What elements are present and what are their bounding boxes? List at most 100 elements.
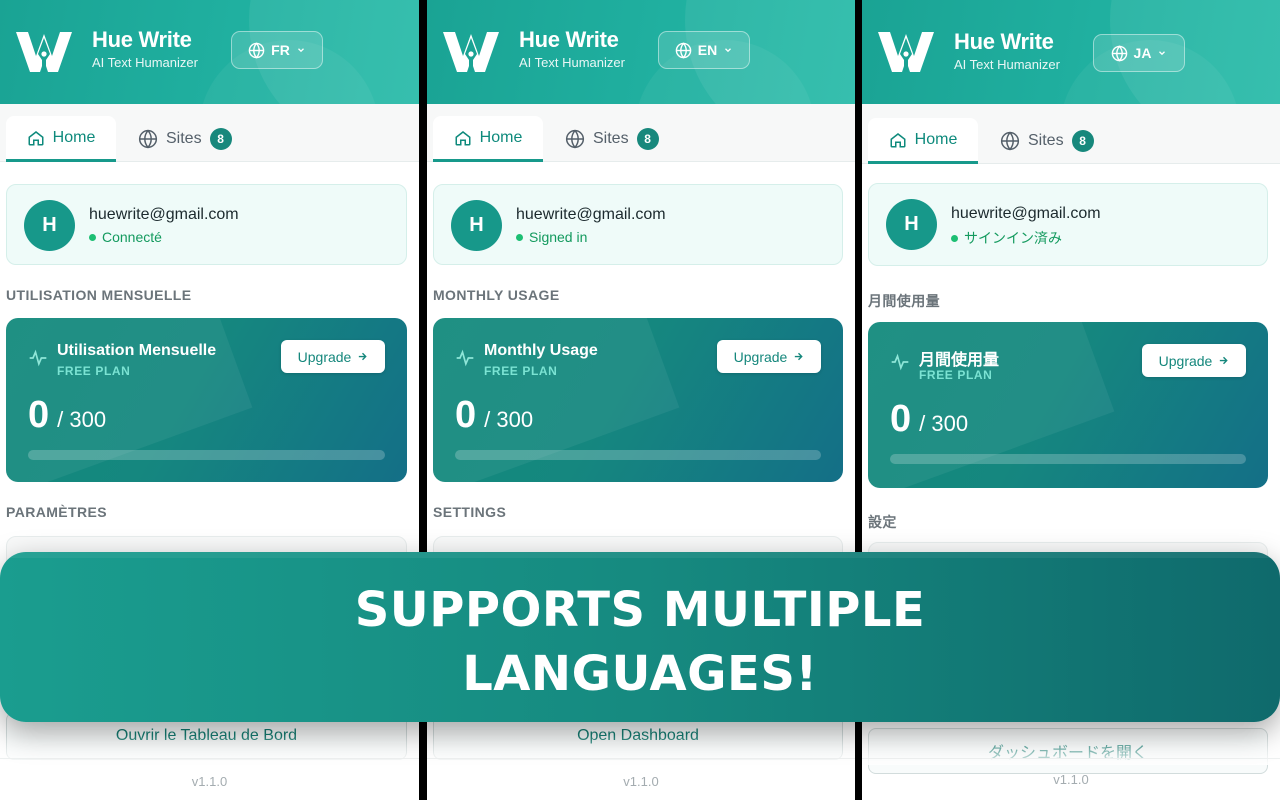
brand: Hue Write AI Text Humanizer bbox=[92, 28, 198, 71]
globe-icon bbox=[248, 41, 265, 59]
tab-sites[interactable]: Sites 8 bbox=[1000, 118, 1094, 164]
activity-icon bbox=[456, 349, 474, 367]
avatar: H bbox=[886, 199, 937, 250]
language-code: JA bbox=[1133, 45, 1152, 61]
account-card: H huewrite@gmail.com Signed in bbox=[433, 184, 843, 265]
arrow-right-icon bbox=[795, 352, 804, 361]
usage-count: 0 / 300 bbox=[455, 394, 533, 437]
language-selector[interactable]: EN bbox=[658, 31, 750, 69]
chevron-down-icon bbox=[725, 48, 732, 53]
arrow-right-icon bbox=[359, 352, 368, 361]
status-dot bbox=[951, 234, 958, 242]
account-status-text: Signed in bbox=[529, 229, 588, 245]
account-status: サインイン済み bbox=[951, 228, 1062, 248]
globe-icon bbox=[565, 129, 585, 149]
usage-count: 0 / 300 bbox=[890, 398, 968, 441]
sites-count-badge: 8 bbox=[1071, 130, 1094, 152]
brand: Hue Write AI Text Humanizer bbox=[954, 29, 1060, 73]
usage-progress-bar bbox=[890, 454, 1246, 464]
hue-write-logo-icon bbox=[878, 32, 934, 72]
tab-home[interactable]: Home bbox=[433, 116, 543, 162]
usage-card: 月間使用量 FREE PLAN Upgrade 0 / 300 bbox=[868, 322, 1268, 488]
avatar: H bbox=[24, 200, 75, 251]
chevron-down-icon bbox=[297, 48, 304, 53]
usage-progress-bar bbox=[28, 450, 385, 460]
sites-count-badge: 8 bbox=[209, 128, 232, 150]
tab-home[interactable]: Home bbox=[868, 118, 978, 164]
arrow-right-icon bbox=[1220, 356, 1229, 365]
language-code: EN bbox=[697, 42, 718, 58]
header: Hue Write AI Text Humanizer EN bbox=[427, 0, 855, 104]
hue-write-logo-icon bbox=[16, 32, 72, 72]
usage-progress-bar bbox=[455, 450, 821, 460]
account-card: H huewrite@gmail.com Connecté bbox=[6, 184, 407, 265]
globe-icon bbox=[1000, 131, 1020, 151]
tab-home[interactable]: Home bbox=[6, 116, 116, 162]
tab-bar: Home Sites 8 bbox=[427, 104, 855, 162]
usage-card: Utilisation Mensuelle FREE PLAN Upgrade … bbox=[6, 318, 407, 482]
account-status-text: サインイン済み bbox=[964, 230, 1062, 246]
tab-sites[interactable]: Sites 8 bbox=[565, 116, 659, 162]
status-dot bbox=[516, 233, 523, 241]
language-code: FR bbox=[271, 42, 290, 58]
language-selector[interactable]: FR bbox=[231, 31, 323, 69]
promo-banner: SUPPORTS MULTIPLE LANGUAGES! bbox=[0, 552, 1280, 722]
usage-limit: / 300 bbox=[484, 407, 534, 432]
account-email: huewrite@gmail.com bbox=[89, 206, 239, 223]
upgrade-button[interactable]: Upgrade bbox=[281, 340, 385, 373]
globe-icon bbox=[1111, 44, 1127, 62]
tab-home-label: Home bbox=[914, 130, 958, 148]
usage-section-label: UTILISATION MENSUELLE bbox=[6, 287, 192, 303]
plan-label: FREE PLAN bbox=[919, 368, 993, 382]
usage-limit: / 300 bbox=[919, 411, 969, 436]
account-email: huewrite@gmail.com bbox=[516, 206, 666, 223]
upgrade-button[interactable]: Upgrade bbox=[717, 340, 821, 373]
tab-bar: Home Sites 8 bbox=[0, 104, 419, 162]
app-tagline: AI Text Humanizer bbox=[519, 55, 625, 70]
tab-sites-label: Sites bbox=[1028, 132, 1064, 149]
app-tagline: AI Text Humanizer bbox=[954, 57, 1060, 72]
account-status-text: Connecté bbox=[102, 229, 162, 245]
usage-title: Monthly Usage bbox=[484, 342, 598, 359]
app-tagline: AI Text Humanizer bbox=[92, 55, 198, 70]
tab-sites[interactable]: Sites 8 bbox=[138, 116, 232, 162]
globe-icon bbox=[675, 41, 692, 59]
upgrade-button[interactable]: Upgrade bbox=[1142, 344, 1246, 377]
banner-text: SUPPORTS MULTIPLE LANGUAGES! bbox=[354, 582, 926, 702]
settings-section-label: 設定 bbox=[868, 514, 897, 530]
header: Hue Write AI Text Humanizer JA bbox=[862, 0, 1280, 104]
plan-label: FREE PLAN bbox=[484, 364, 558, 378]
tab-home-label: Home bbox=[479, 128, 523, 146]
plan-label: FREE PLAN bbox=[57, 364, 131, 378]
usage-section-label: MONTHLY USAGE bbox=[433, 287, 560, 303]
chevron-down-icon bbox=[1159, 51, 1166, 56]
usage-limit: / 300 bbox=[57, 407, 107, 432]
status-dot bbox=[89, 233, 96, 241]
tab-sites-label: Sites bbox=[166, 130, 202, 147]
hue-write-logo-icon bbox=[443, 32, 499, 72]
home-icon bbox=[455, 130, 471, 145]
avatar: H bbox=[451, 200, 502, 251]
upgrade-label: Upgrade bbox=[1158, 352, 1213, 369]
usage-title: 月間使用量 bbox=[919, 352, 1000, 369]
settings-section-label: SETTINGS bbox=[433, 504, 507, 520]
activity-icon bbox=[29, 349, 47, 367]
home-icon bbox=[890, 132, 906, 147]
upgrade-label: Upgrade bbox=[733, 348, 788, 365]
app-name: Hue Write bbox=[954, 29, 1054, 54]
version-label: v1.1.0 bbox=[1053, 772, 1089, 787]
tab-sites-label: Sites bbox=[593, 130, 629, 147]
version-label: v1.1.0 bbox=[623, 774, 659, 789]
sites-count-badge: 8 bbox=[636, 128, 659, 150]
activity-icon bbox=[891, 353, 909, 371]
usage-used: 0 bbox=[455, 394, 477, 436]
version-label: v1.1.0 bbox=[191, 774, 228, 789]
account-status: Signed in bbox=[516, 229, 587, 245]
tab-home-label: Home bbox=[52, 128, 96, 146]
language-selector[interactable]: JA bbox=[1093, 34, 1185, 72]
account-card: H huewrite@gmail.com サインイン済み bbox=[868, 183, 1268, 266]
app-name: Hue Write bbox=[519, 27, 619, 52]
tab-bar: Home Sites 8 bbox=[862, 104, 1280, 164]
brand: Hue Write AI Text Humanizer bbox=[519, 27, 625, 71]
account-email: huewrite@gmail.com bbox=[951, 205, 1101, 222]
